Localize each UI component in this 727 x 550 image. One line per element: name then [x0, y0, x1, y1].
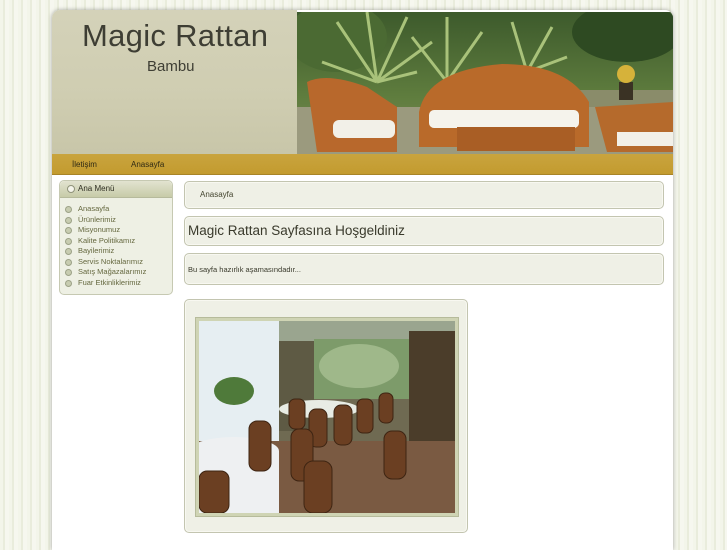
restaurant-dining-room-photo	[199, 321, 455, 513]
header-rattan-furniture-photo	[297, 12, 673, 154]
sidebar-menu-header: Ana Menü	[60, 181, 172, 198]
menu-circle-icon	[67, 185, 75, 193]
breadcrumb: Anasayfa	[184, 181, 664, 209]
sidebar-item-label[interactable]: Servis Noktalarımız	[78, 257, 143, 266]
bullet-icon	[65, 280, 72, 287]
sidebar-item-label[interactable]: Anasayfa	[78, 204, 109, 213]
bullet-icon	[65, 259, 72, 266]
sidebar-item-label[interactable]: Misyonumuz	[78, 225, 120, 234]
site-header: Magic Rattan Bambu	[52, 10, 673, 154]
bullet-icon	[65, 269, 72, 276]
page-title-box: Magic Rattan Sayfasına Hoşgeldiniz	[184, 216, 664, 246]
sidebar-item-label[interactable]: Ürünlerimiz	[78, 215, 116, 224]
top-navbar: İletişim Anasayfa	[52, 154, 673, 175]
site-subtitle: Bambu	[147, 58, 195, 75]
page-container: Magic Rattan Bambu İletişim Anasayfa Ana…	[52, 10, 673, 550]
nav-link-iletisim[interactable]: İletişim	[72, 160, 97, 169]
bullet-icon	[65, 238, 72, 245]
notice-text: Bu sayfa hazırlık aşamasındadır...	[188, 265, 301, 274]
nav-link-anasayfa[interactable]: Anasayfa	[131, 160, 164, 169]
logo-area: Magic Rattan Bambu	[52, 10, 297, 154]
sidebar-menu-heading: Ana Menü	[78, 184, 115, 193]
bullet-icon	[65, 227, 72, 234]
sidebar-item-label[interactable]: Kalite Politikamız	[78, 236, 135, 245]
bullet-icon	[65, 217, 72, 224]
sidebar-item-label[interactable]: Fuar Etkinliklerimiz	[78, 278, 141, 287]
image-box	[184, 299, 468, 533]
sidebar-item-label[interactable]: Bayilerimiz	[78, 246, 114, 255]
sidebar-item-label[interactable]: Satış Mağazalarımız	[78, 267, 146, 276]
sidebar-main-menu: Ana Menü Anasayfa Ürünlerimiz Misyonumuz…	[59, 180, 173, 295]
notice-box: Bu sayfa hazırlık aşamasındadır...	[184, 253, 664, 285]
bullet-icon	[65, 248, 72, 255]
site-title[interactable]: Magic Rattan	[82, 18, 268, 54]
page-title: Magic Rattan Sayfasına Hoşgeldiniz	[188, 223, 405, 238]
breadcrumb-item[interactable]: Anasayfa	[200, 190, 233, 199]
photo-frame	[195, 317, 459, 517]
bullet-icon	[65, 206, 72, 213]
